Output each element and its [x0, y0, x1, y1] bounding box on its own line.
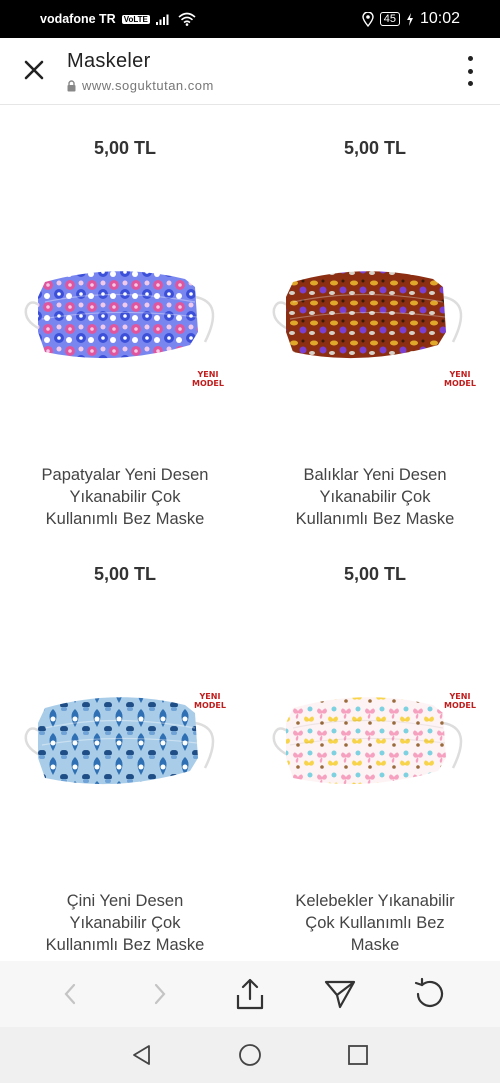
clock: 10:02 — [419, 10, 460, 27]
product-price: 5,00 TL — [343, 564, 407, 584]
system-nav-bar — [0, 1027, 500, 1083]
new-model-badge: YENI MODEL — [444, 370, 476, 388]
url-row: www.soguktutan.com — [67, 78, 214, 93]
back-button[interactable] — [45, 969, 95, 1019]
badge-line: YENI — [449, 692, 471, 701]
badge-line: YENI — [449, 370, 471, 379]
page-title: Maskeler — [67, 50, 151, 72]
forward-button[interactable] — [135, 969, 185, 1019]
wifi-icon — [178, 12, 196, 26]
browser-header: Maskeler www.soguktutan.com — [0, 38, 500, 105]
product-name-line: Kullanımlı Bez Maske — [295, 510, 455, 528]
system-home-button[interactable] — [232, 1037, 268, 1073]
nav-recent-icon — [348, 1045, 368, 1065]
chevron-left-icon — [64, 983, 76, 1005]
product-name[interactable]: Kelebekler Yıkanabilir Çok Kullanımlı Be… — [250, 890, 500, 956]
product-name-line: Kelebekler Yıkanabilir — [295, 892, 455, 910]
page-url: www.soguktutan.com — [82, 78, 214, 93]
more-vertical-icon-dot — [467, 56, 473, 61]
product-name-line: Papatyalar Yeni Desen — [41, 466, 209, 484]
product-name-line: Maske — [350, 936, 400, 954]
system-recent-button[interactable] — [340, 1037, 376, 1073]
lock-icon — [67, 79, 76, 91]
badge-line: MODEL — [192, 379, 224, 388]
chevron-right-icon — [154, 983, 166, 1005]
product-price: 5,00 TL — [343, 138, 407, 158]
product-name-line: Çini Yeni Desen — [66, 892, 184, 910]
battery-level: 45 — [379, 12, 400, 26]
carrier-name: vodafone TR — [40, 12, 116, 26]
more-options-button[interactable] — [460, 56, 480, 86]
nav-home-icon — [239, 1044, 261, 1066]
status-right: 45 10:02 — [362, 10, 460, 28]
location-icon — [362, 11, 374, 27]
status-bar: vodafone TR VoLTE 45 10:02 — [0, 0, 500, 38]
charging-icon — [406, 12, 413, 26]
status-left: vodafone TR VoLTE — [40, 12, 196, 26]
badge-line: MODEL — [444, 379, 476, 388]
close-button[interactable] — [18, 54, 50, 86]
share-icon — [236, 978, 264, 1010]
system-back-button[interactable] — [124, 1037, 160, 1073]
more-vertical-icon-dot — [467, 81, 473, 86]
reload-icon — [414, 977, 444, 1007]
product-name[interactable]: Çini Yeni Desen Yıkanabilir Çok Kullanım… — [0, 890, 250, 956]
product-name-line: Yıkanabilir Çok — [319, 488, 431, 506]
product-name-line: Kullanımlı Bez Maske — [45, 510, 205, 528]
product-price: 5,00 TL — [93, 564, 157, 584]
share-button[interactable] — [225, 969, 275, 1019]
send-button[interactable] — [315, 969, 365, 1019]
product-name-line: Yıkanabilir Çok — [69, 914, 181, 932]
badge-line: YENI — [199, 692, 221, 701]
nav-back-icon — [133, 1045, 150, 1065]
product-name-line: Yıkanabilir Çok — [69, 488, 181, 506]
close-icon — [24, 60, 44, 80]
signal-icon — [155, 14, 169, 25]
product-name-line: Çok Kullanımlı Bez — [305, 914, 445, 932]
product-name[interactable]: Balıklar Yeni Desen Yıkanabilir Çok Kull… — [250, 464, 500, 530]
product-price: 5,00 TL — [93, 138, 157, 158]
send-icon — [324, 980, 356, 1009]
more-vertical-icon-dot — [467, 68, 473, 74]
product-name[interactable]: Papatyalar Yeni Desen Yıkanabilir Çok Ku… — [0, 464, 250, 530]
browser-toolbar — [0, 961, 500, 1027]
product-grid: 5,00 TL 5,00 TL YENI MODEL Papatyalar Ye… — [0, 105, 500, 960]
new-model-badge: YENI MODEL — [194, 692, 226, 710]
reload-button[interactable] — [405, 969, 455, 1019]
badge-line: MODEL — [444, 701, 476, 710]
volte-badge: VoLTE — [121, 14, 150, 24]
badge-line: MODEL — [194, 701, 226, 710]
badge-line: YENI — [197, 370, 219, 379]
product-name-line: Balıklar Yeni Desen — [303, 466, 447, 484]
new-model-badge: YENI MODEL — [192, 370, 224, 388]
new-model-badge: YENI MODEL — [444, 692, 476, 710]
product-name-line: Kullanımlı Bez Maske — [45, 936, 205, 954]
